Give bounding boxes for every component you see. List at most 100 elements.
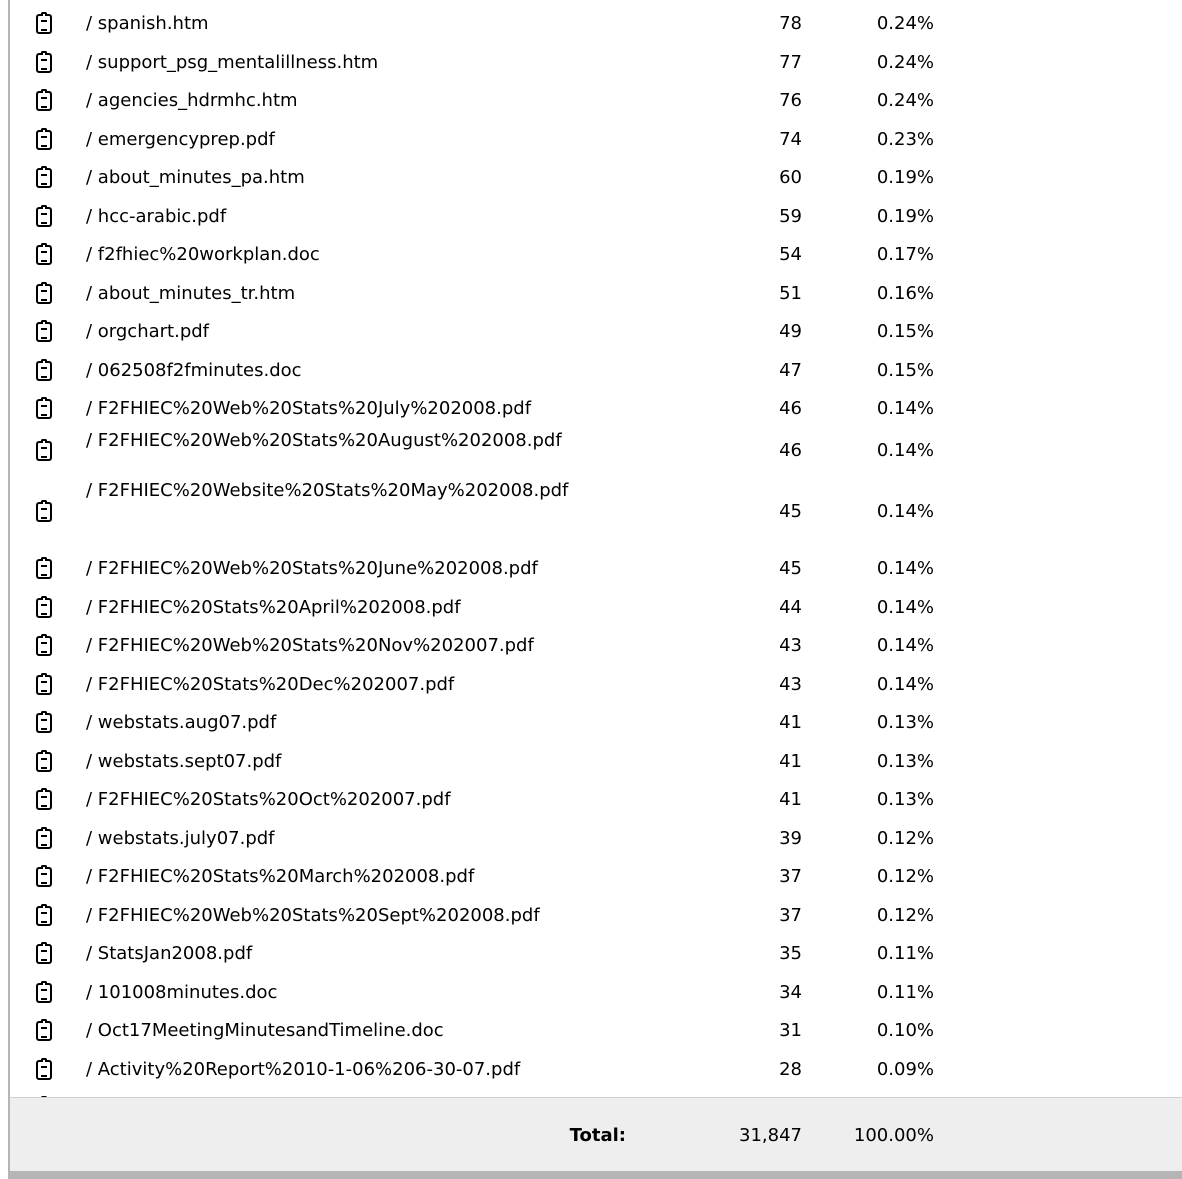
file-link[interactable]: / f2fhiec%20workplan.doc (86, 244, 626, 265)
table-row: / F2FHIEC%20Website%20Stats%20May%202008… (10, 474, 1182, 550)
document-icon (36, 243, 52, 265)
hits-cell: 59 (779, 206, 802, 227)
table-row: / about_minutes_pa.htm 60 0.19% (10, 159, 1182, 197)
percent-cell: 0.19% (876, 206, 934, 227)
percent-cell: 0.14% (876, 440, 934, 461)
hits-cell: 46 (779, 440, 802, 461)
hits-cell: 60 (779, 167, 802, 188)
file-link[interactable]: / Activity%20Report%2010-1-06%206-30-07.… (86, 1059, 626, 1080)
percent-cell: 0.14% (876, 635, 934, 656)
percent-cell: 0.19% (876, 167, 934, 188)
document-icon (36, 711, 52, 733)
document-icon (36, 500, 52, 522)
percent-cell: 0.13% (876, 712, 934, 733)
document-icon (36, 320, 52, 342)
file-link[interactable]: / F2FHIEC%20Web%20Stats%20Sept%202008.pd… (86, 905, 626, 926)
file-link[interactable]: / F2FHIEC%20Website%20Stats%20May%202008… (86, 480, 626, 501)
file-link[interactable]: / webstats.sept07.pdf (86, 751, 626, 772)
table-row: / agencies_hdrmhc.htm 76 0.24% (10, 82, 1182, 120)
file-link[interactable]: / F2FHIEC%20Web%20Stats%20June%202008.pd… (86, 558, 626, 579)
hits-cell: 37 (779, 866, 802, 887)
document-icon (36, 1019, 52, 1041)
percent-cell: 0.12% (876, 828, 934, 849)
document-icon (36, 750, 52, 772)
hits-cell: 43 (779, 635, 802, 656)
percent-cell: 0.14% (876, 501, 934, 522)
document-icon (36, 1058, 52, 1080)
file-link[interactable]: / F2FHIEC%20Stats%20March%202008.pdf (86, 866, 626, 887)
hits-cell: 47 (779, 360, 802, 381)
file-link[interactable]: / F2FHIEC%20Stats%20Oct%202007.pdf (86, 789, 626, 810)
file-link[interactable]: / 062508f2fminutes.doc (86, 360, 626, 381)
file-link[interactable]: / F2FHIEC%20Web%20Stats%20July%202008.pd… (86, 398, 626, 419)
percent-cell: 0.24% (876, 13, 934, 34)
file-link[interactable]: / support_psg_mentalillness.htm (86, 52, 626, 73)
file-link[interactable]: / F2FHIEC%20Stats%20Dec%202007.pdf (86, 674, 626, 695)
file-link[interactable]: / about_minutes_tr.htm (86, 283, 626, 304)
hits-cell: 54 (779, 244, 802, 265)
file-link[interactable]: / hcc-arabic.pdf (86, 206, 626, 227)
document-icon (36, 439, 52, 461)
percent-cell: 0.14% (876, 398, 934, 419)
document-icon (36, 596, 52, 618)
file-link[interactable]: / orgchart.pdf (86, 321, 626, 342)
table-row: / webstats.sept07.pdf 41 0.13% (10, 742, 1182, 781)
file-link[interactable]: / Oct17MeetingMinutesandTimeline.doc (86, 1020, 626, 1041)
percent-cell: 0.16% (876, 283, 934, 304)
document-icon (36, 788, 52, 810)
file-link[interactable]: / F2FHIEC%20Web%20Stats%20August%202008.… (86, 430, 626, 451)
total-row: Total: 31,847 100.00% (10, 1097, 1182, 1175)
table-row: / support_psg_mentalillness.htm 77 0.24% (10, 43, 1182, 82)
document-icon (36, 981, 52, 1003)
file-link[interactable]: / emergencyprep.pdf (86, 129, 626, 150)
file-link[interactable]: / about_minutes_pa.htm (86, 167, 626, 188)
percent-cell: 0.11% (876, 943, 934, 964)
table-row: / F2FHIEC%20Web%20Stats%20August%202008.… (10, 428, 1182, 474)
file-link[interactable]: / webstats.aug07.pdf (86, 712, 626, 733)
hits-cell: 39 (779, 828, 802, 849)
file-link[interactable]: / agencies_hdrmhc.htm (86, 90, 626, 111)
document-icon (36, 557, 52, 579)
file-link[interactable]: / StatsJan2008.pdf (86, 943, 626, 964)
table-row: / webstats.july07.pdf 39 0.12% (10, 819, 1182, 858)
hits-cell: 51 (779, 283, 802, 304)
percent-cell: 0.24% (876, 90, 934, 111)
percent-cell: 0.14% (876, 597, 934, 618)
percent-cell: 0.12% (876, 905, 934, 926)
table-row: / F2FHIEC%20Web%20Stats%20Sept%202008.pd… (10, 896, 1182, 935)
file-link[interactable]: / F2FHIEC%20Stats%20April%202008.pdf (86, 597, 626, 618)
table-row: / F2FHIEC%20Stats%20Dec%202007.pdf 43 0.14… (10, 665, 1182, 704)
hits-cell: 31 (779, 1020, 802, 1041)
percent-cell: 0.14% (876, 674, 934, 695)
table-row: / Activity%20Report%2010-1-06%206-30-07.… (10, 1050, 1182, 1089)
document-icon (36, 865, 52, 887)
table-row: / hcc-arabic.pdf 59 0.19% (10, 197, 1182, 236)
percent-cell: 0.12% (876, 866, 934, 887)
file-link[interactable]: / webstats.july07.pdf (86, 828, 626, 849)
hits-cell: 37 (779, 905, 802, 926)
table-bottom-border (10, 1171, 1182, 1179)
document-icon (36, 89, 52, 111)
file-link[interactable]: / spanish.htm (86, 13, 626, 34)
document-icon (36, 827, 52, 849)
file-link[interactable]: / 101008minutes.doc (86, 982, 626, 1003)
document-icon (36, 51, 52, 73)
percent-cell: 0.15% (876, 360, 934, 381)
document-icon (36, 673, 52, 695)
file-stats-table: / spanish.htm 78 0.24% / support_psg_mental… (8, 0, 1182, 1179)
hits-cell: 46 (779, 398, 802, 419)
table-row: / F2FHIEC%20Web%20Stats%20June%202008.pd… (10, 550, 1182, 588)
document-icon (36, 359, 52, 381)
percent-cell: 0.17% (876, 244, 934, 265)
table-row: / f2fhiec%20workplan.doc 54 0.17% (10, 236, 1182, 274)
document-icon (36, 942, 52, 964)
total-label: Total: (569, 1125, 626, 1146)
document-icon (36, 904, 52, 926)
document-icon (36, 397, 52, 419)
hits-cell: 34 (779, 982, 802, 1003)
hits-cell: 28 (779, 1059, 802, 1080)
file-link[interactable]: / F2FHIEC%20Web%20Stats%20Nov%202007.pdf (86, 635, 626, 656)
table-row: / webstats.aug07.pdf 41 0.13% (10, 704, 1182, 742)
percent-cell: 0.14% (876, 558, 934, 579)
table-row: / F2FHIEC%20Stats%20April%202008.pdf 44 0.… (10, 588, 1182, 627)
